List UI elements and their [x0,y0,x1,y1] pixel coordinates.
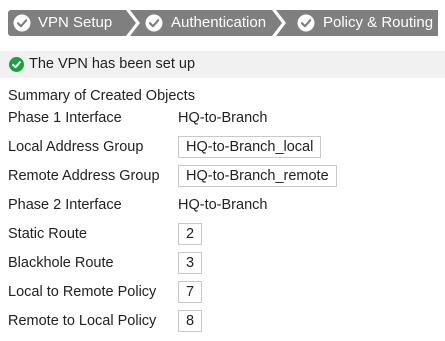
remote-to-local-policy-link[interactable]: 8 [178,310,203,332]
check-circle-icon [145,14,163,32]
static-route-count-link[interactable]: 2 [178,223,203,245]
local-address-group-link[interactable]: HQ-to-Branch_local [178,136,322,158]
phase2-interface-label: Phase 2 Interface [8,197,122,213]
step-label: Policy & Routing [323,14,434,31]
phase2-interface-value: HQ-to-Branch [178,197,268,213]
remote-to-local-policy-label: Remote to Local Policy [8,313,157,329]
step-label: Authentication [171,14,267,31]
blackhole-route-label: Blackhole Route [8,255,114,271]
local-to-remote-policy-link[interactable]: 7 [178,281,203,303]
remote-address-group-label: Remote Address Group [8,168,160,184]
check-circle-icon [297,14,315,32]
phase1-interface-value: HQ-to-Branch [178,110,268,126]
local-to-remote-policy-label: Local to Remote Policy [8,284,157,300]
step-authentication[interactable]: Authentication [130,10,282,36]
static-route-label: Static Route [8,226,87,242]
step-policy-routing[interactable]: Policy & Routing [276,10,438,36]
summary-title: Summary of Created Objects [8,88,195,104]
wizard-steps: VPN Setup Authentication Policy & Routin… [8,10,438,36]
check-circle-icon [13,14,31,32]
check-circle-icon [9,57,24,72]
step-vpn-setup[interactable]: VPN Setup [8,10,136,36]
remote-address-group-link[interactable]: HQ-to-Branch_remote [178,165,337,187]
blackhole-route-count-link[interactable]: 3 [178,252,203,274]
phase1-interface-label: Phase 1 Interface [8,110,122,126]
success-message: The VPN has been set up [29,56,196,72]
step-label: VPN Setup [38,14,113,31]
local-address-group-label: Local Address Group [8,139,144,155]
success-banner: The VPN has been set up [0,51,445,78]
